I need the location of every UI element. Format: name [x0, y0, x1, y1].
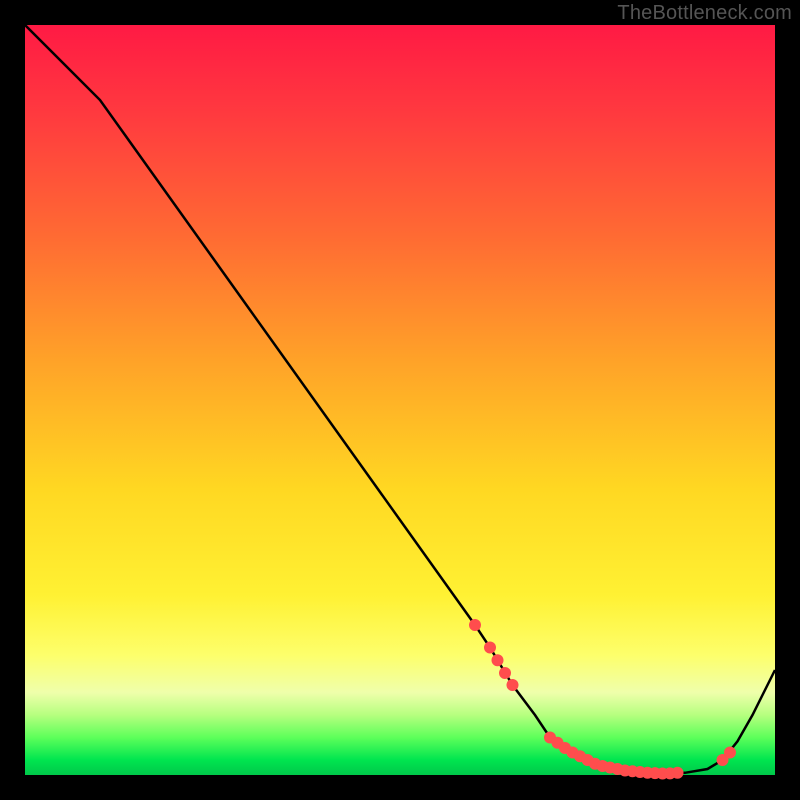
- curve-marker: [469, 619, 481, 631]
- curve-marker: [499, 667, 511, 679]
- curve-markers: [469, 619, 736, 780]
- curve-marker: [724, 747, 736, 759]
- main-curve: [25, 25, 775, 774]
- curve-marker: [484, 642, 496, 654]
- plot-area: [25, 25, 775, 775]
- curve-marker: [492, 654, 504, 666]
- chart-frame: TheBottleneck.com: [0, 0, 800, 800]
- curve-marker: [672, 767, 684, 779]
- curve-svg: [25, 25, 775, 775]
- attribution-text: TheBottleneck.com: [617, 2, 792, 25]
- curve-marker: [507, 679, 519, 691]
